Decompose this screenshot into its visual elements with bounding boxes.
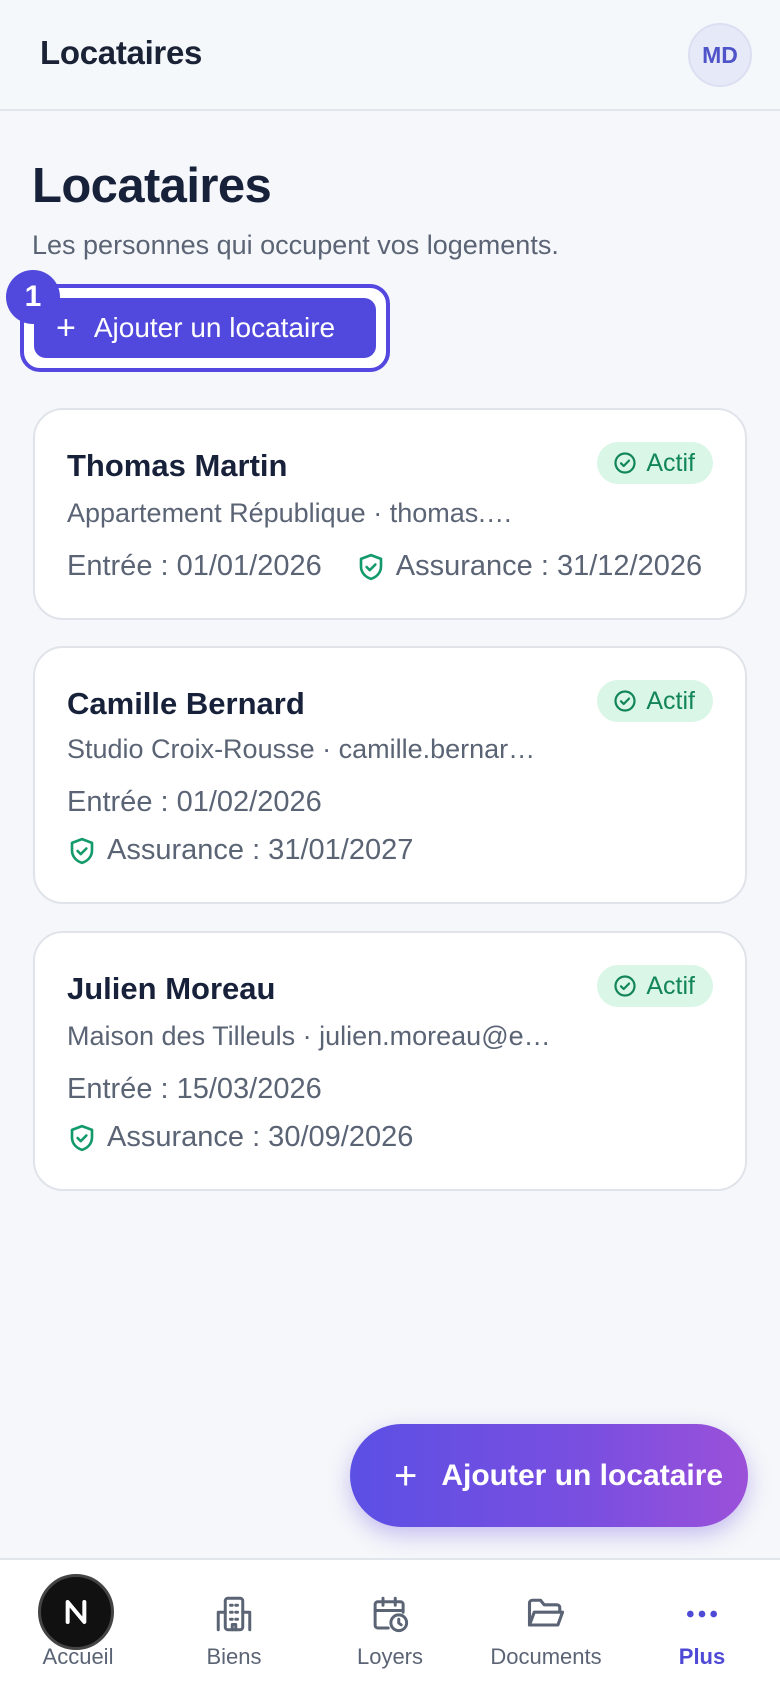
tenant-details: Studio Croix-Rousse · camille.bernar…: [67, 734, 536, 764]
tenant-name: Julien Moreau: [67, 971, 276, 1006]
more-icon: [680, 1592, 724, 1636]
insurance-row: Assurance : 30/09/2026: [67, 1121, 413, 1154]
check-circle-icon: [613, 974, 637, 998]
insurance-date: Assurance : 30/09/2026: [107, 1121, 414, 1153]
fab-label: Ajouter un locataire: [441, 1458, 724, 1492]
insurance-date: Assurance : 31/12/2026: [395, 550, 703, 582]
step-number-badge: 1: [6, 270, 60, 324]
n-logo-icon: [65, 1600, 87, 1624]
check-circle-icon: [613, 451, 637, 475]
status-badge: Actif: [597, 680, 713, 722]
tenant-details: Maison des Tilleuls · julien.moreau@e…: [67, 1021, 551, 1051]
check-circle-icon: [613, 689, 637, 713]
shield-check-icon: [67, 1123, 97, 1153]
status-label: Actif: [646, 971, 695, 1000]
add-tenant-button[interactable]: + Ajouter un locataire: [34, 298, 376, 358]
topbar-title: Locataires: [40, 34, 203, 71]
bottom-nav: Accueil Biens Loyers Documents Plus: [0, 1558, 780, 1688]
shield-check-icon: [356, 552, 386, 582]
building-icon: [212, 1592, 256, 1636]
entry-date: Entrée : 15/03/2026: [67, 1073, 322, 1105]
insurance-row: Assurance : 31/01/2027: [67, 834, 413, 867]
nav-item-plus[interactable]: Plus: [624, 1560, 780, 1688]
plus-icon: +: [56, 309, 76, 347]
add-tenant-button-label: Ajouter un locataire: [93, 312, 336, 343]
tenant-name: Thomas Martin: [67, 448, 288, 483]
insurance-date: Assurance : 31/01/2027: [107, 834, 414, 866]
top-bar: Locataires MD: [0, 0, 780, 111]
page-subtitle: Les personnes qui occupent vos logements…: [32, 230, 559, 260]
plus-icon: +: [394, 1453, 418, 1498]
nav-label: Documents: [490, 1644, 602, 1669]
nav-item-loyers[interactable]: Loyers: [312, 1560, 468, 1688]
nav-item-documents[interactable]: Documents: [468, 1560, 624, 1688]
tenant-dates-row: Entrée : 01/01/2026 Assurance : 31/12/20…: [67, 550, 702, 583]
folder-icon: [524, 1592, 568, 1636]
tenant-name: Camille Bernard: [67, 686, 305, 721]
avatar[interactable]: MD: [688, 23, 752, 87]
status-label: Actif: [646, 448, 695, 477]
tenant-details: Appartement République · thomas.…: [67, 498, 513, 528]
nav-label: Plus: [678, 1644, 726, 1669]
nav-label: Loyers: [356, 1644, 424, 1669]
dev-tools-badge[interactable]: [38, 1574, 114, 1650]
tenant-card[interactable]: Thomas Martin Actif Appartement Républiq…: [33, 408, 747, 620]
tenant-card[interactable]: Camille Bernard Actif Studio Croix-Rouss…: [33, 646, 747, 904]
entry-date: Entrée : 01/02/2026: [67, 786, 322, 818]
nav-item-biens[interactable]: Biens: [156, 1560, 312, 1688]
entry-date: Entrée : 01/01/2026: [67, 550, 322, 582]
page-title: Locataires: [32, 159, 272, 213]
nav-label: Biens: [206, 1644, 262, 1669]
add-tenant-fab[interactable]: + Ajouter un locataire: [350, 1424, 748, 1527]
shield-check-icon: [67, 836, 97, 866]
status-label: Actif: [646, 686, 695, 715]
tenant-card[interactable]: Julien Moreau Actif Maison des Tilleuls …: [33, 931, 747, 1191]
calendar-clock-icon: [368, 1592, 412, 1636]
status-badge: Actif: [597, 965, 713, 1007]
status-badge: Actif: [597, 442, 713, 484]
